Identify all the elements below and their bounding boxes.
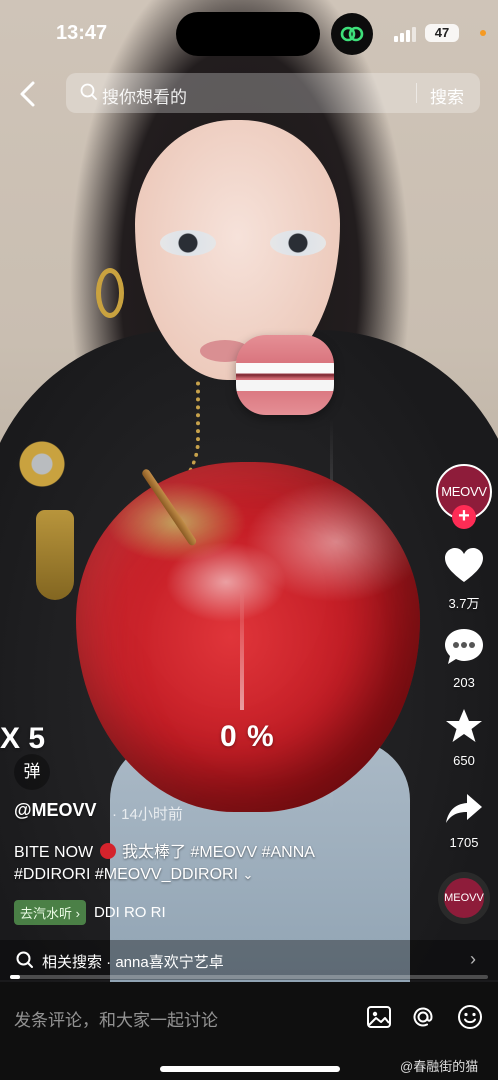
related-search-bar[interactable]: 相关搜索 · anna喜欢宁艺卓 › — [0, 940, 498, 980]
back-chevron-icon[interactable] — [14, 78, 42, 110]
search-input[interactable]: 搜你想看的 — [102, 83, 187, 108]
apple-emoji-icon — [99, 843, 116, 859]
at-mention-icon[interactable] — [410, 1004, 436, 1030]
share-arrow-icon — [446, 794, 482, 823]
chevron-right-icon: › — [470, 949, 476, 969]
search-bar[interactable]: 搜你想看的 搜索 — [66, 73, 480, 113]
like-button[interactable]: 3.7万 — [436, 548, 492, 612]
music-name: DDI RO RI — [93, 903, 166, 921]
dynamic-island — [176, 12, 320, 56]
favorite-button[interactable]: 650 — [436, 708, 492, 768]
apple-sticker — [76, 462, 420, 812]
privacy-indicator-dot — [480, 30, 486, 36]
video-brooch-pendant — [36, 510, 74, 600]
author-name[interactable]: @MEOVV — [14, 800, 97, 821]
caption-line-2: #DDIRORI #MEOVV_DDIRORI ⌄ — [14, 864, 424, 886]
search-icon — [80, 83, 97, 100]
effect-progress-line — [240, 590, 244, 710]
video-frame[interactable]: X 5 0 % — [0, 0, 498, 982]
danmaku-toggle[interactable]: 弹 — [14, 754, 50, 790]
teeth-sticker — [236, 335, 334, 415]
favorite-count: 650 — [453, 753, 475, 768]
music-disc[interactable]: MEOVV — [438, 872, 490, 924]
caption-text-a: BITE NOW — [14, 844, 94, 861]
caption-line-1: BITE NOW 我太棒了 #MEOVV #ANNA — [14, 842, 424, 864]
home-indicator — [160, 1066, 340, 1072]
caption-hashtags: #DDIRORI #MEOVV_DDIRORI — [14, 866, 239, 883]
video-seek-bar[interactable] — [10, 975, 488, 979]
seek-bar-fill — [10, 975, 20, 979]
search-icon — [16, 951, 33, 968]
post-time: · 14小时前 — [112, 806, 183, 823]
comment-button[interactable]: 203 — [436, 628, 492, 690]
image-icon[interactable] — [366, 1004, 392, 1030]
status-time: 13:47 — [56, 22, 108, 44]
comment-input[interactable]: 发条评论，和大家一起讨论 — [14, 1006, 218, 1031]
caption-text-b: 我太棒了 #MEOVV #ANNA — [122, 844, 315, 861]
share-button[interactable]: 1705 — [436, 792, 492, 850]
star-icon — [446, 709, 482, 742]
comment-count: 203 — [453, 675, 475, 690]
share-count: 1705 — [449, 835, 479, 850]
battery-icon: 47 — [425, 24, 459, 42]
status-bar: 13:47 47 — [0, 0, 498, 64]
search-divider — [416, 83, 417, 103]
weibo-watermark: @春融街的猫 — [400, 1059, 479, 1074]
signal-icon — [394, 27, 416, 42]
bite-progress-text: 0 % — [220, 720, 275, 753]
music-row[interactable]: 去汽水听 › DDI RO RI — [14, 899, 166, 925]
comment-icon — [445, 629, 483, 664]
post-caption[interactable]: BITE NOW 我太棒了 #MEOVV #ANNA #DDIRORI #MEO… — [14, 842, 424, 886]
emoji-icon[interactable] — [457, 1004, 483, 1030]
like-count: 3.7万 — [448, 596, 480, 611]
expand-caption-chevron-icon[interactable]: ⌄ — [243, 867, 254, 882]
follow-plus-button[interactable]: + — [452, 505, 476, 529]
video-earring — [96, 268, 124, 318]
video-eye-left — [160, 230, 216, 256]
link-app-icon[interactable] — [331, 13, 373, 55]
video-eye-right — [270, 230, 326, 256]
heart-icon — [445, 548, 483, 582]
search-button[interactable]: 搜索 — [430, 83, 464, 108]
bite-multiplier: X 5 — [0, 722, 46, 755]
video-brooch — [14, 440, 70, 488]
related-search-text: 相关搜索 · anna喜欢宁艺卓 — [42, 954, 224, 971]
music-app-tag[interactable]: 去汽水听 › — [14, 899, 86, 925]
